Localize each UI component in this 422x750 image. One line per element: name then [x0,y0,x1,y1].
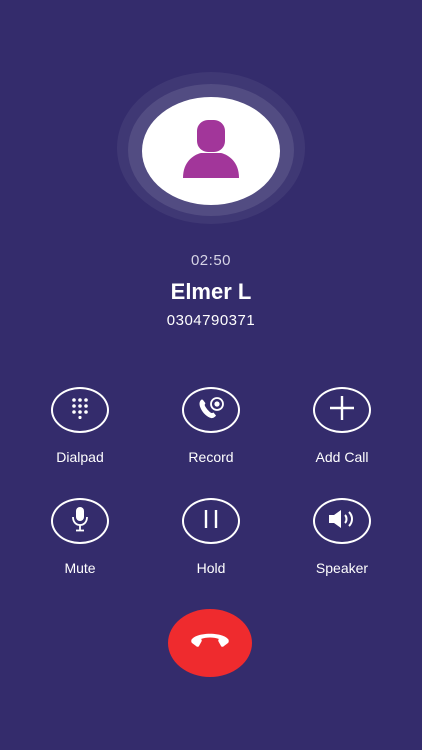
end-call-button[interactable] [168,609,252,677]
speaker-icon [327,508,357,535]
caller-name: Elmer L [170,279,252,304]
pause-icon [201,508,221,535]
control-record: Record [161,387,261,465]
control-mute: Mute [30,498,130,576]
hold-label: Hold [196,560,226,576]
control-speaker: Speaker [292,498,392,576]
speaker-button[interactable] [313,498,371,544]
hang-up-icon [190,630,230,657]
record-icon [197,396,225,425]
user-icon [181,118,241,185]
add-call-label: Add Call [315,449,369,465]
hold-button[interactable] [182,498,240,544]
control-add-call: Add Call [292,387,392,465]
record-button[interactable] [182,387,240,433]
mute-button[interactable] [51,498,109,544]
control-hold: Hold [161,498,261,576]
add-call-button[interactable] [313,387,371,433]
caller-number: 0304790371 [166,312,256,329]
call-timer: 02:50 [190,252,232,269]
mute-label: Mute [64,560,96,576]
speaker-label: Speaker [315,560,369,576]
microphone-icon [70,506,90,537]
avatar [142,97,280,205]
dialpad-button[interactable] [51,387,109,433]
plus-icon [329,395,355,426]
dialpad-icon [69,397,91,424]
record-label: Record [188,449,234,465]
dialpad-label: Dialpad [56,449,104,465]
control-dialpad: Dialpad [30,387,130,465]
